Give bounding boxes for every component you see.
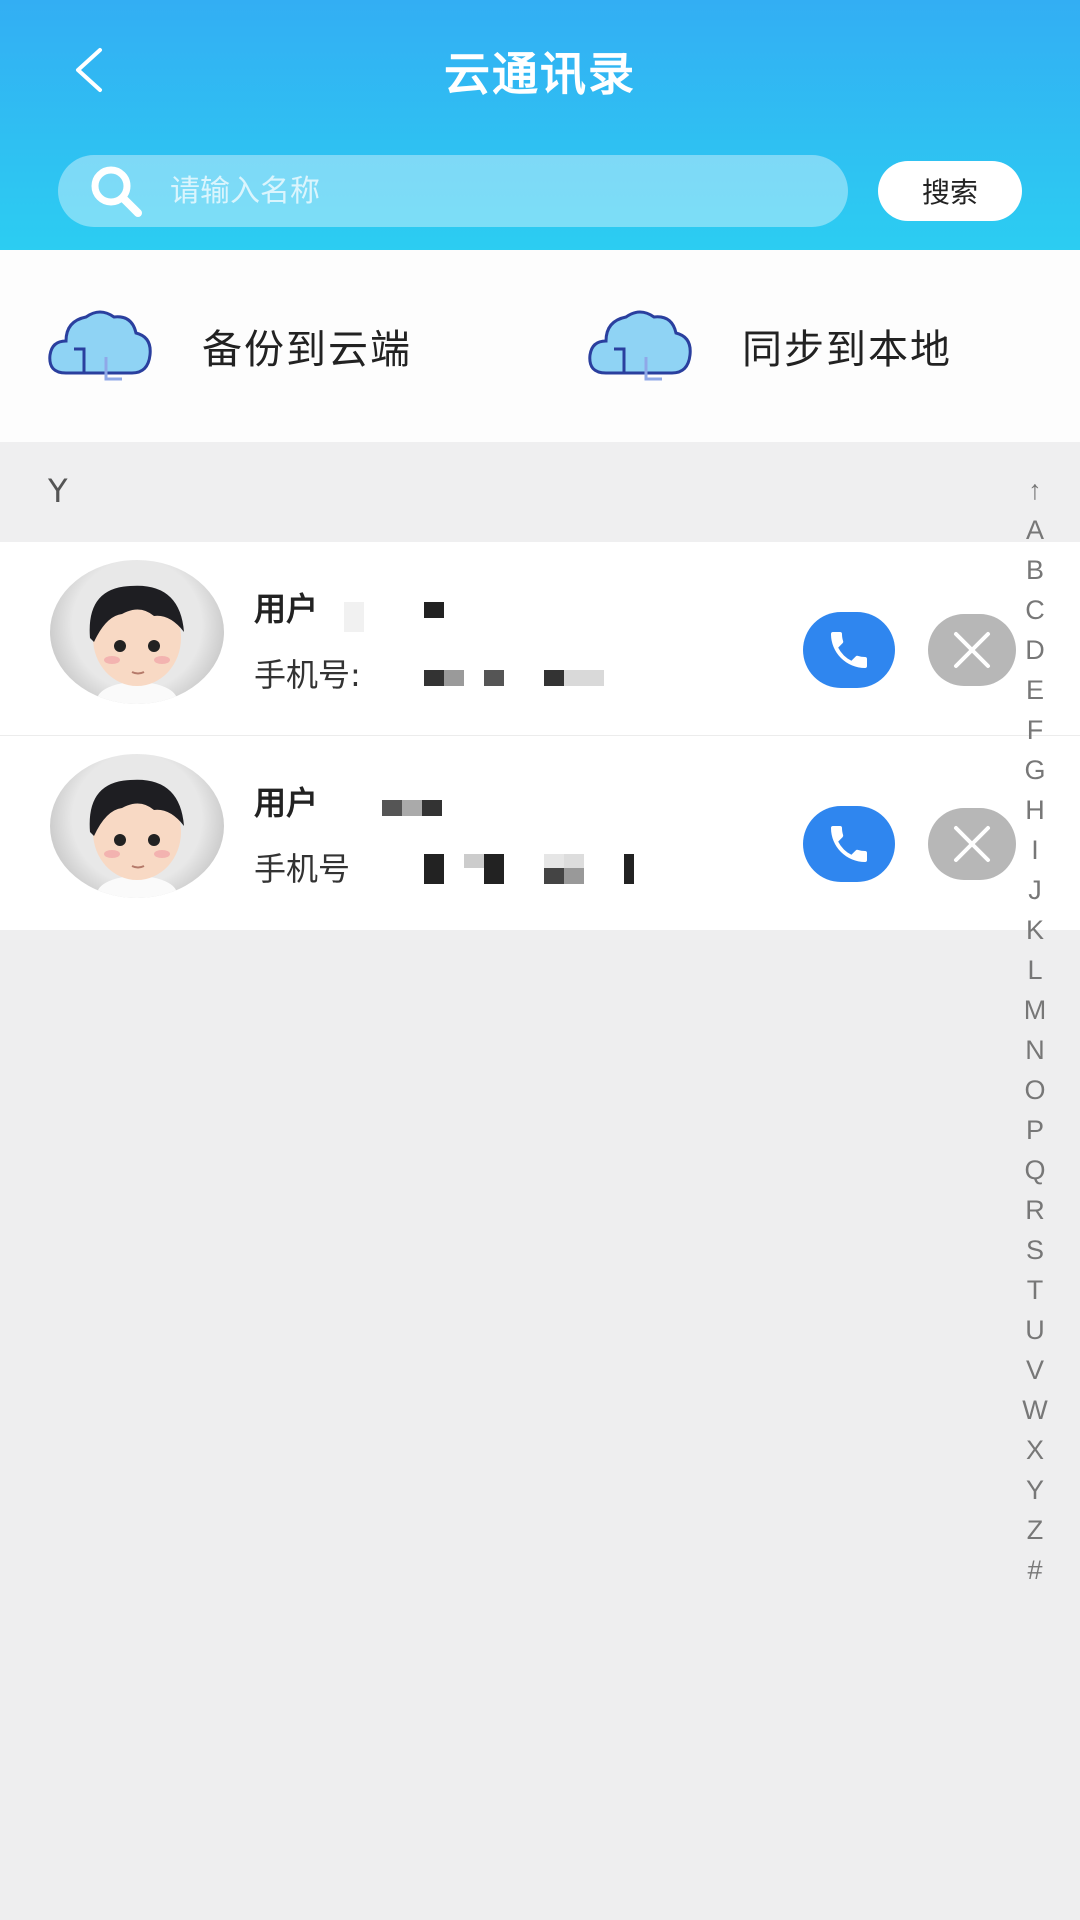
index-letter[interactable]: V [1026, 1350, 1044, 1390]
contact-row[interactable]: 用户 手机号: [0, 542, 1080, 736]
index-letter[interactable]: E [1026, 670, 1044, 710]
index-letter[interactable]: M [1024, 990, 1047, 1030]
name-redaction [344, 602, 444, 632]
close-icon [954, 632, 990, 668]
contact-phone: 手机号 [254, 844, 350, 890]
sync-label: 同步到本地 [742, 327, 952, 373]
index-letter[interactable]: N [1025, 1030, 1045, 1070]
contact-phone-prefix: 手机号: [254, 656, 361, 694]
index-letter[interactable]: ↑ [1028, 470, 1042, 510]
alphabet-index-bar[interactable]: ↑ A B C D E F G H I J K L M N O P Q R S T U V W X Y Z # [1010, 470, 1060, 1590]
contact-name-prefix: 用户 [254, 784, 319, 822]
index-letter[interactable]: L [1027, 950, 1042, 990]
cloud-download-icon [588, 310, 692, 381]
index-letter[interactable]: X [1026, 1430, 1044, 1470]
page-title: 云通讯录 [444, 47, 636, 101]
index-letter[interactable]: T [1027, 1270, 1044, 1310]
section-header: Y [0, 442, 1080, 542]
index-letter[interactable]: K [1026, 910, 1044, 950]
top-bar: 云通讯录 搜索 [0, 0, 1080, 250]
backup-label: 备份到云端 [202, 327, 412, 373]
call-button[interactable] [803, 612, 895, 688]
close-icon [954, 826, 990, 862]
index-letter[interactable]: O [1024, 1070, 1045, 1110]
contact-phone-prefix: 手机号 [254, 850, 351, 888]
search-icon [86, 161, 146, 221]
index-letter[interactable]: A [1026, 510, 1044, 550]
name-redaction [382, 800, 442, 816]
sync-to-local-button[interactable]: 同步到本地 [540, 250, 1080, 442]
index-letter[interactable]: I [1031, 830, 1039, 870]
cloud-upload-icon [48, 310, 152, 381]
search-button[interactable]: 搜索 [878, 161, 1022, 221]
contact-name-prefix: 用户 [254, 590, 319, 628]
index-letter[interactable]: S [1026, 1230, 1044, 1270]
search-input[interactable] [170, 173, 790, 209]
index-letter[interactable]: W [1022, 1390, 1047, 1430]
contact-phone: 手机号: [254, 650, 361, 696]
backup-to-cloud-button[interactable]: 备份到云端 [0, 250, 540, 442]
phone-icon [831, 826, 867, 862]
avatar [50, 754, 224, 898]
avatar [50, 560, 224, 704]
index-letter[interactable]: H [1025, 790, 1045, 830]
contact-row[interactable]: 用户 手机号 [0, 736, 1080, 930]
delete-button[interactable] [928, 614, 1016, 686]
index-letter[interactable]: D [1025, 630, 1045, 670]
index-letter[interactable]: R [1025, 1190, 1045, 1230]
index-letter[interactable]: Y [1026, 1470, 1044, 1510]
index-letter[interactable]: C [1025, 590, 1045, 630]
delete-button[interactable] [928, 808, 1016, 880]
cloud-actions: 备份到云端 同步到本地 [0, 250, 1080, 442]
index-letter[interactable]: Z [1027, 1510, 1044, 1550]
phone-redaction [374, 852, 644, 888]
index-letter[interactable]: # [1027, 1550, 1042, 1590]
index-letter[interactable]: P [1026, 1110, 1044, 1150]
index-letter[interactable]: U [1025, 1310, 1045, 1350]
index-letter[interactable]: Q [1024, 1150, 1045, 1190]
phone-icon [831, 632, 867, 668]
section-letter: Y [48, 472, 68, 510]
contact-name: 用户 [254, 778, 318, 824]
contact-name: 用户 [254, 584, 318, 630]
index-letter[interactable]: B [1026, 550, 1044, 590]
phone-redaction [424, 670, 604, 686]
call-button[interactable] [803, 806, 895, 882]
index-letter[interactable]: J [1028, 870, 1042, 910]
index-letter[interactable]: F [1027, 710, 1044, 750]
index-letter[interactable]: G [1024, 750, 1045, 790]
search-bar [58, 155, 848, 227]
